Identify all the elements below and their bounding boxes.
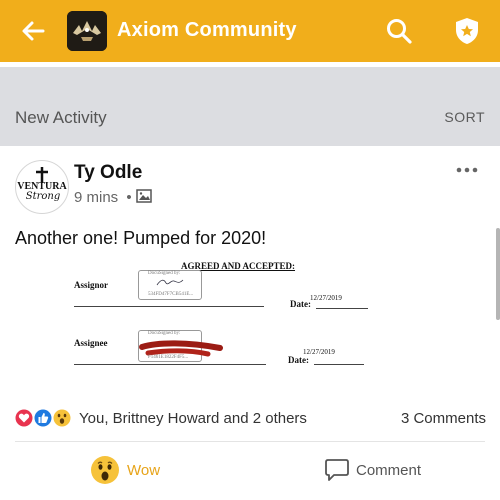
like-icon [33,408,53,428]
image-icon [136,189,152,203]
post-body-text: Another one! Pumped for 2020! [15,228,267,248]
assignee-date-label: Date: [288,355,309,365]
love-icon [14,408,34,428]
assignee-label: Assignee [74,338,108,348]
assignor-date: 12/27/2019 [310,294,342,302]
comment-label: Comment [356,462,422,479]
scrollbar-thumb[interactable] [496,228,500,320]
assignee-date-line [314,364,364,365]
app-title: Axiom Community [117,19,297,41]
reactions-summary[interactable]: You, Brittney Howard and 2 others [79,410,307,427]
comment-button[interactable]: Comment [324,457,434,487]
assignee-docusigned-label: DocuSigned by: [148,331,181,336]
assignor-line [74,306,264,307]
app-bar: Axiom Community [0,0,500,62]
assignor-signature [156,279,184,286]
post-image-document[interactable]: AGREED AND ACCEPTED: Assignor DocuSigned… [0,258,480,394]
shield-star-icon[interactable] [452,16,482,46]
assignor-label: Assignor [74,280,109,290]
assignor-date-line [316,308,368,309]
post-author-name[interactable]: Ty Odle [74,162,142,184]
wow-reaction-icon [52,408,72,428]
wow-face-icon [91,456,119,484]
community-logo [67,11,107,51]
post-time: 9 mins [74,189,119,206]
assignor-signature-id: 534FD47F7CB541E... [148,292,194,297]
comment-bubble-icon [325,459,349,481]
sort-button[interactable]: SORT [444,109,485,125]
wow-label: Wow [127,462,161,479]
assignee-signature-id: F1461E1822F4F5... [148,355,189,360]
feed-header-title: New Activity [15,108,107,127]
meta-separator: • [126,189,132,206]
post-meta: 9 mins • [74,189,132,206]
assignee-line [74,364,266,365]
assignor-docusigned-label: DocuSigned by: [148,271,181,276]
reaction-icons[interactable] [14,408,76,428]
search-icon[interactable] [384,16,414,46]
svg-text:Strong: Strong [26,191,61,202]
avatar[interactable]: VENTURA Strong [15,160,69,214]
assignor-date-label: Date: [290,299,311,309]
activity-header-bar [0,67,500,146]
wow-reaction-button[interactable]: Wow [90,455,170,487]
more-dots-icon[interactable] [455,163,479,177]
action-divider [15,441,485,442]
comments-count-link[interactable]: 3 Comments [401,410,486,427]
arrow-left-icon[interactable] [18,16,48,46]
